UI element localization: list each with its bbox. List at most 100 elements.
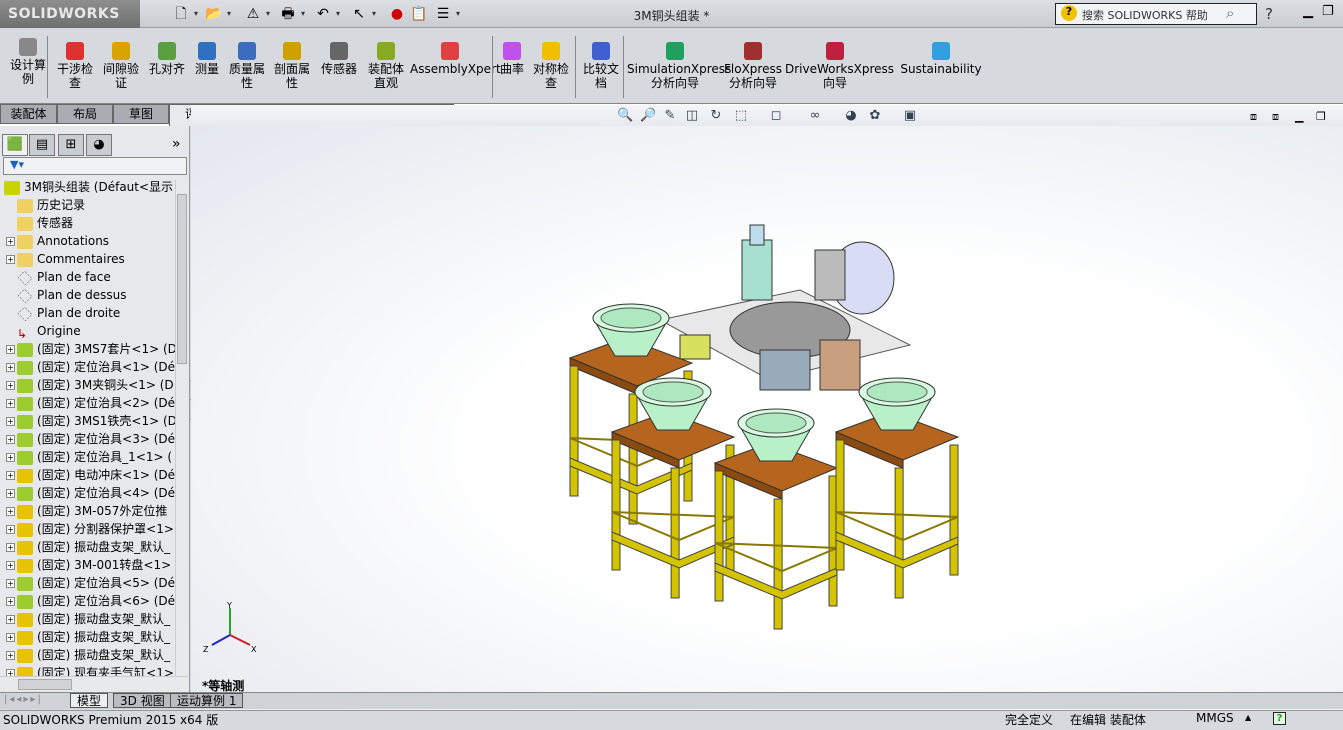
- ribbon-button-mass-properties[interactable]: 质量属性: [224, 42, 270, 90]
- viewport-restore-icon[interactable]: ❐: [1316, 110, 1326, 123]
- tree-item[interactable]: + (固定) 定位治具<3> (Dé: [0, 430, 175, 448]
- dropdown-arrow-icon[interactable]: ▾: [301, 9, 305, 18]
- tab-scroll-arrows-icon[interactable]: |◂◂▸▸|: [4, 694, 43, 705]
- tree-item[interactable]: +Plan de dessus: [0, 286, 175, 304]
- dropdown-arrow-icon[interactable]: ▾: [372, 9, 376, 18]
- ribbon-button-driveworks[interactable]: DriveWorksXpress 向导: [785, 42, 894, 90]
- viewport-minimize-icon[interactable]: ▁: [1295, 110, 1303, 123]
- undo-icon[interactable]: ↶: [314, 5, 332, 23]
- scene-icon[interactable]: ✿: [867, 108, 883, 124]
- expand-icon[interactable]: +: [6, 399, 15, 408]
- traffic-light-icon[interactable]: ●: [388, 5, 406, 23]
- feature-manager-tab-icon[interactable]: 🟩: [2, 134, 28, 156]
- dropdown-arrow-icon[interactable]: ▾: [336, 9, 340, 18]
- dropdown-arrow-icon[interactable]: ▾: [456, 9, 460, 18]
- select-icon[interactable]: ↖: [350, 5, 368, 23]
- graphics-viewport[interactable]: [191, 126, 1343, 710]
- ribbon-button-measure[interactable]: 测量: [190, 42, 224, 76]
- solidworks-logo[interactable]: SOLIDWORKS: [0, 0, 140, 28]
- configuration-manager-tab-icon[interactable]: ⊞: [58, 134, 84, 156]
- tree-item[interactable]: + Commentaires: [0, 250, 175, 268]
- display-manager-tab-icon[interactable]: ◕: [86, 134, 112, 156]
- ribbon-button-compare[interactable]: 比较文档: [581, 42, 621, 90]
- tree-item[interactable]: + (固定) 3MS1铁壳<1> (D: [0, 412, 175, 430]
- rebuild-warning-icon[interactable]: ⚠: [244, 5, 262, 23]
- property-manager-tab-icon[interactable]: ▤: [29, 134, 55, 156]
- tab-3d-view[interactable]: 3D 视图: [113, 693, 172, 708]
- tree-item[interactable]: + (固定) 3M-001转盘<1>: [0, 556, 175, 574]
- expand-icon[interactable]: +: [6, 525, 15, 534]
- expand-icon[interactable]: +: [6, 489, 15, 498]
- ribbon-button-interference[interactable]: 干涉检查: [55, 42, 95, 90]
- tree-item[interactable]: + (固定) 3MS7套片<1> (D: [0, 340, 175, 358]
- new-icon[interactable]: 🗋: [172, 5, 190, 23]
- expand-icon[interactable]: +: [6, 417, 15, 426]
- ribbon-button-section-properties[interactable]: 剖面属性: [272, 42, 312, 90]
- units-selector[interactable]: MMGS: [1196, 711, 1234, 725]
- ribbon-button-hole-align[interactable]: 孔对齐: [147, 42, 187, 76]
- zoom-to-fit-icon[interactable]: 🔍: [617, 108, 633, 124]
- split-left-icon[interactable]: ⧈: [1250, 110, 1257, 124]
- tree-item[interactable]: + (固定) 定位治具<6> (Dé: [0, 592, 175, 610]
- expand-icon[interactable]: +: [6, 543, 15, 552]
- filter-input[interactable]: ▼▾: [3, 157, 187, 175]
- open-icon[interactable]: 📂: [205, 5, 223, 23]
- tree-item[interactable]: + (固定) 电动冲床<1> (Dé: [0, 466, 175, 484]
- units-up-arrow-icon[interactable]: ▲: [1245, 713, 1251, 722]
- tab-motion-study[interactable]: 运动算例 1: [170, 693, 244, 708]
- appearance-icon[interactable]: ◕: [843, 108, 859, 124]
- tree-item[interactable]: + (固定) 定位治具<4> (Dé: [0, 484, 175, 502]
- expand-icon[interactable]: +: [6, 651, 15, 660]
- ribbon-button-clearance[interactable]: 间隙验证: [101, 42, 141, 90]
- section-view-icon[interactable]: ◫: [684, 108, 700, 124]
- zoom-area-icon[interactable]: 🔎: [640, 108, 656, 124]
- dynamic-annotation-icon[interactable]: ↻: [708, 108, 724, 124]
- ribbon-button-sensor[interactable]: 传感器: [319, 42, 359, 76]
- tree-vertical-scrollbar[interactable]: [175, 180, 188, 676]
- ribbon-button-symmetry[interactable]: 对称检查: [529, 42, 573, 90]
- tree-item[interactable]: + (固定) 振动盘支架_默认_: [0, 538, 175, 556]
- dropdown-arrow-icon[interactable]: ▾: [227, 9, 231, 18]
- tree-item[interactable]: + (固定) 定位治具<2> (Dé: [0, 394, 175, 412]
- help-icon[interactable]: ?: [1265, 5, 1273, 23]
- tree-item[interactable]: +传感器: [0, 214, 175, 232]
- tree-item[interactable]: + (固定) 定位治具<5> (Dé: [0, 574, 175, 592]
- tree-horizontal-scrollbar[interactable]: [0, 676, 188, 692]
- split-right-icon[interactable]: ⧈: [1272, 110, 1279, 124]
- tree-item[interactable]: +Plan de face: [0, 268, 175, 286]
- ribbon-button-design-study[interactable]: 设计算例: [8, 38, 48, 86]
- print-icon[interactable]: 🖶: [279, 5, 297, 23]
- tree-item[interactable]: + (固定) 振动盘支架_默认_: [0, 646, 175, 664]
- previous-view-icon[interactable]: ✎: [662, 108, 678, 124]
- expand-icon[interactable]: +: [6, 561, 15, 570]
- dropdown-arrow-icon[interactable]: ▾: [266, 9, 270, 18]
- dropdown-arrow-icon[interactable]: ▾: [194, 9, 198, 18]
- view-orientation-icon[interactable]: ⬚: [733, 108, 749, 124]
- help-status-icon[interactable]: ?: [1273, 712, 1286, 725]
- tree-item[interactable]: +历史记录: [0, 196, 175, 214]
- expand-icon[interactable]: +: [6, 507, 15, 516]
- tree-item[interactable]: + (固定) 定位治具<1> (Dé: [0, 358, 175, 376]
- expand-icon[interactable]: +: [6, 381, 15, 390]
- tree-item[interactable]: + (固定) 振动盘支架_默认_: [0, 610, 175, 628]
- expand-icon[interactable]: +: [6, 633, 15, 642]
- tree-root[interactable]: 3M铜头组装 (Défaut<显示: [0, 178, 175, 196]
- display-style-icon[interactable]: ◻: [768, 108, 784, 124]
- expand-panel-icon[interactable]: »: [172, 136, 181, 152]
- expand-icon[interactable]: +: [6, 471, 15, 480]
- tree-item[interactable]: +Plan de droite: [0, 304, 175, 322]
- tree-item[interactable]: + (固定) 定位治具_1<1> (: [0, 448, 175, 466]
- tree-item[interactable]: +↳Origine: [0, 322, 175, 340]
- expand-icon[interactable]: +: [6, 363, 15, 372]
- checklist-icon[interactable]: ☰: [434, 5, 452, 23]
- ribbon-button-assembly-visualization[interactable]: 装配体直观: [363, 42, 409, 90]
- ribbon-button-curvature[interactable]: 曲率: [497, 42, 527, 76]
- expand-icon[interactable]: +: [6, 597, 15, 606]
- tab-0[interactable]: 装配体: [0, 104, 57, 124]
- search-icon[interactable]: ⌕: [1226, 4, 1234, 22]
- tree-item[interactable]: + (固定) 3M夹铜头<1> (D: [0, 376, 175, 394]
- tree-item[interactable]: + (固定) 3M-057外定位推: [0, 502, 175, 520]
- hide-show-icon[interactable]: ∞: [807, 108, 823, 124]
- expand-icon[interactable]: +: [6, 615, 15, 624]
- ribbon-button-floxpress[interactable]: FloXpress 分析向导: [723, 42, 783, 90]
